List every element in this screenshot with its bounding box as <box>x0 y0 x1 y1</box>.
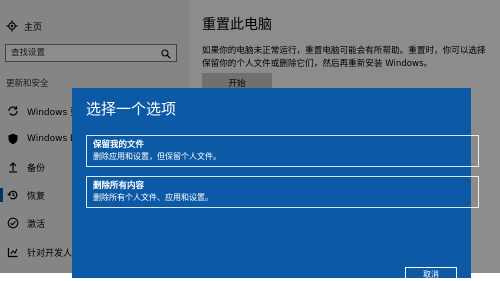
keep-my-files-option[interactable]: 保留我的文件 删除应用和设置，但保留个人文件。 <box>86 135 479 167</box>
dialog-title: 选择一个选项 <box>86 100 177 118</box>
option-title: 保留我的文件 <box>93 140 145 150</box>
option-title: 删除所有内容 <box>93 181 145 191</box>
option-description: 删除所有个人文件、应用和设置。 <box>93 193 213 202</box>
choose-option-dialog: 选择一个选项 保留我的文件 删除应用和设置，但保留个人文件。 删除所有内容 删除… <box>72 88 479 281</box>
option-description: 删除应用和设置，但保留个人文件。 <box>93 152 221 161</box>
remove-everything-option[interactable]: 删除所有内容 删除所有个人文件、应用和设置。 <box>86 176 479 208</box>
cancel-button[interactable]: 取消 <box>405 267 457 281</box>
